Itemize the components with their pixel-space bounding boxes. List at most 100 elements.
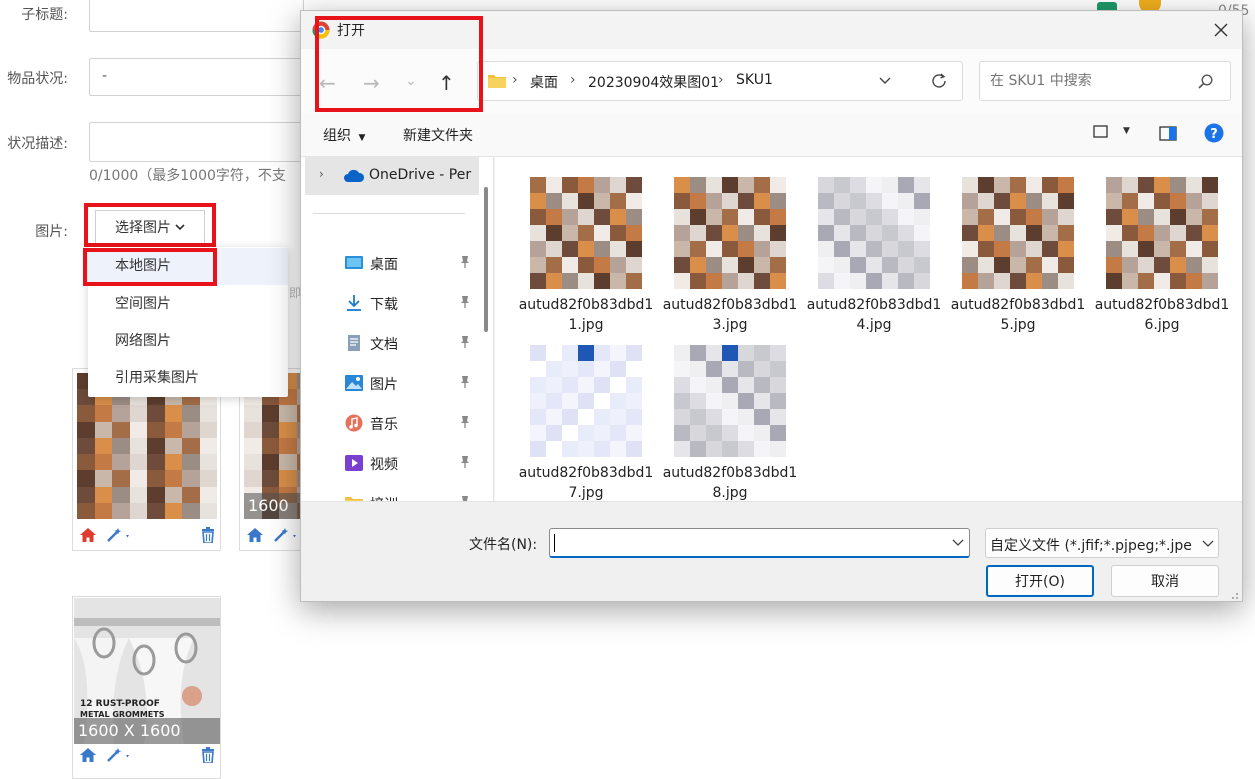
download-icon: [347, 295, 361, 311]
file-thumbnail: [1106, 177, 1218, 289]
home-icon[interactable]: [79, 527, 97, 543]
cancel-button-label: 取消: [1151, 574, 1179, 590]
file-thumbnail: [818, 177, 930, 289]
filename-combobox[interactable]: [549, 528, 970, 558]
sidebar-item-downloads[interactable]: 下载: [301, 283, 493, 323]
breadcrumb-sku[interactable]: SKU1: [736, 72, 773, 88]
expand-chevron-icon[interactable]: ›: [319, 167, 324, 181]
preview-pane-icon[interactable]: [1159, 126, 1177, 141]
file-item[interactable]: autud82f0b83dbd11.jpg: [517, 177, 655, 347]
sidebar-item-onedrive[interactable]: › OneDrive - Per: [305, 157, 479, 195]
file-item[interactable]: autud82f0b83dbd18.jpg: [661, 345, 799, 515]
sidebar-item-desktop[interactable]: 桌面: [301, 243, 493, 283]
sidebar-item-label: 桌面: [370, 257, 398, 273]
view-mode-button[interactable]: ▼: [1093, 125, 1130, 143]
magic-wand-icon[interactable]: [106, 747, 132, 763]
navigation-buttons-highlight: [315, 16, 483, 112]
dialog-footer: 文件名(N): 自定义文件 (*.jfif;*.pjpeg;*.jpe 打开(O…: [301, 501, 1242, 601]
search-box[interactable]: [979, 61, 1231, 101]
dialog-toolbar: 组织 ▼ 新建文件夹 ▼ ?: [301, 113, 1242, 157]
file-item[interactable]: autud82f0b83dbd17.jpg: [517, 345, 655, 515]
menu-item-collected-image[interactable]: 引用采集图片: [88, 360, 288, 397]
sidebar-item-label: 培训: [370, 494, 398, 501]
image-card-tools: [73, 520, 220, 550]
sidebar-divider: [313, 213, 465, 214]
condition-desc-char-hint: 0/1000（最多1000字符，不支: [89, 168, 286, 184]
file-thumbnail: [962, 177, 1074, 289]
file-item[interactable]: autud82f0b83dbd13.jpg: [661, 177, 799, 347]
menu-item-space-image[interactable]: 空间图片: [88, 286, 288, 323]
select-image-highlight: [84, 203, 216, 247]
pin-icon: [461, 256, 469, 268]
view-mode-icon: [1093, 125, 1108, 138]
sidebar-item-pictures[interactable]: 图片: [301, 363, 493, 403]
condition-desc-textarea[interactable]: [89, 122, 304, 162]
file-name: autud82f0b83dbd17.jpg: [518, 465, 654, 501]
cancel-button[interactable]: 取消: [1111, 565, 1219, 597]
magic-wand-icon[interactable]: [106, 527, 132, 543]
new-folder-button[interactable]: 新建文件夹: [403, 125, 473, 145]
sidebar-item-documents[interactable]: 文档: [301, 323, 493, 363]
trash-icon[interactable]: [199, 747, 217, 763]
organize-menu[interactable]: 组织 ▼: [323, 125, 365, 145]
file-name: autud82f0b83dbd14.jpg: [806, 297, 942, 333]
open-button[interactable]: 打开(O): [986, 565, 1094, 597]
chevron-down-icon[interactable]: [952, 539, 964, 547]
close-icon[interactable]: [1214, 23, 1228, 37]
search-icon[interactable]: [1198, 74, 1213, 89]
menu-item-network-image[interactable]: 网络图片: [88, 323, 288, 360]
sidebar-item-label: 音乐: [370, 417, 398, 433]
filetype-select[interactable]: 自定义文件 (*.jfif;*.pjpeg;*.jpe: [985, 528, 1219, 558]
address-bar[interactable]: › 桌面 › 20230904效果图01 › SKU1: [477, 61, 963, 101]
file-thumbnail: [674, 177, 786, 289]
sidebar-item-label: OneDrive - Per: [369, 167, 472, 183]
condition-desc-label: 状况描述:: [7, 136, 68, 152]
condition-label: 物品状况:: [7, 71, 68, 87]
text-cursor: [554, 534, 555, 552]
file-item[interactable]: autud82f0b83dbd15.jpg: [949, 177, 1087, 347]
breadcrumb-separator: ›: [570, 72, 576, 88]
file-open-dialog: 打开 ← → ⌄ ↑ › 桌面 › 20230904效果图01 › SKU1 组…: [300, 10, 1243, 602]
image-label: 图片:: [35, 224, 68, 240]
file-item[interactable]: autud82f0b83dbd14.jpg: [805, 177, 943, 347]
breadcrumb-folder[interactable]: 20230904效果图01: [588, 72, 719, 92]
navigation-pane: › OneDrive - Per 桌面 下载 文档 图片 音乐 视频: [301, 157, 494, 501]
subtitle-input[interactable]: [89, 0, 304, 32]
breadcrumb-desktop[interactable]: 桌面: [530, 72, 558, 92]
refresh-icon[interactable]: [930, 72, 948, 90]
image-card-tools: [240, 520, 300, 550]
address-history-chevron-icon[interactable]: [878, 76, 892, 86]
image-thumbnail[interactable]: 12 RUST-PROOF METAL GROMMETS 1600 X 1600: [74, 598, 220, 744]
search-input[interactable]: [988, 70, 1188, 92]
condition-select-value: -: [102, 68, 108, 84]
sidebar-item-label: 文档: [370, 337, 398, 353]
trash-icon[interactable]: [199, 527, 217, 543]
condition-select[interactable]: -: [89, 58, 304, 96]
sidebar-item-music[interactable]: 音乐: [301, 403, 493, 443]
file-item[interactable]: autud82f0b83dbd16.jpg: [1093, 177, 1231, 347]
subtitle-label: 子标题:: [21, 7, 68, 23]
file-list-pane: autud82f0b83dbd11.jpg autud82f0b83dbd13.…: [495, 157, 1242, 501]
resize-grip-icon[interactable]: [1227, 588, 1239, 600]
home-icon[interactable]: [79, 747, 97, 763]
sidebar-item-videos[interactable]: 视频: [301, 443, 493, 483]
image-card[interactable]: 12 RUST-PROOF METAL GROMMETS 1600 X 1600: [72, 596, 221, 779]
file-name: autud82f0b83dbd13.jpg: [662, 297, 798, 333]
caret-down-icon: ▼: [1123, 126, 1130, 136]
sidebar-item-label: 视频: [370, 457, 398, 473]
help-icon[interactable]: ?: [1204, 123, 1224, 143]
file-name: autud82f0b83dbd15.jpg: [950, 297, 1086, 333]
desktop-icon: [345, 256, 363, 269]
pin-icon: [461, 416, 469, 428]
breadcrumb-separator: ›: [718, 72, 724, 88]
pin-icon: [461, 336, 469, 348]
svg-text:?: ?: [1210, 127, 1218, 142]
caret-down-icon: ▼: [358, 133, 366, 143]
sidebar-item-training-folder[interactable]: 培训: [301, 483, 493, 501]
filename-input[interactable]: [554, 532, 934, 554]
home-icon[interactable]: [246, 527, 264, 543]
music-icon: [345, 414, 363, 432]
file-name: autud82f0b83dbd16.jpg: [1094, 297, 1230, 333]
folder-icon: [345, 497, 363, 501]
magic-wand-icon[interactable]: [273, 527, 299, 543]
